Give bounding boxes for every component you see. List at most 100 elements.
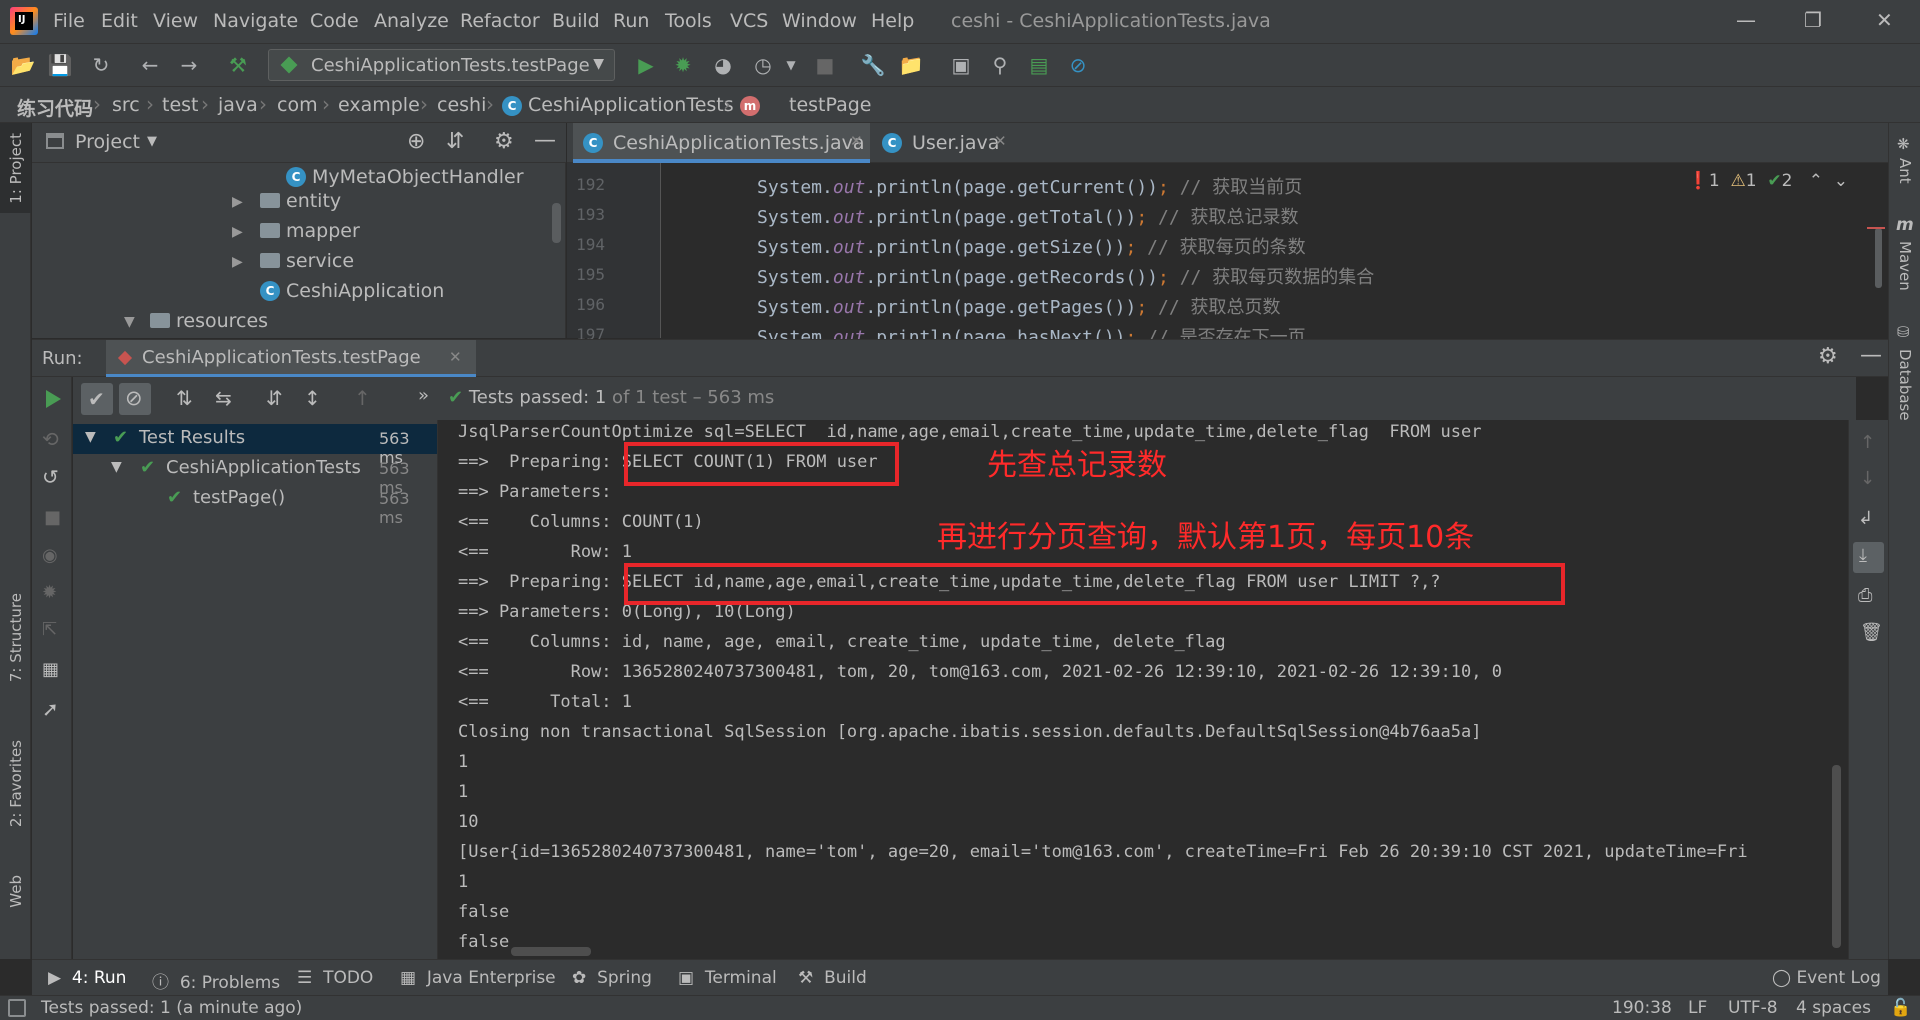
status-message[interactable]: Tests passed: 1 (a minute ago): [41, 998, 302, 1018]
menu-window[interactable]: Window: [782, 10, 857, 32]
code-line-194[interactable]: System.out.println(page.getSize()); // 获…: [757, 233, 1306, 259]
chevron-down-icon[interactable]: ▼: [147, 134, 157, 149]
toggle-auto-test-icon[interactable]: ↺: [42, 465, 59, 489]
breadcrumb-method[interactable]: testPage: [789, 94, 872, 116]
expand-all-icon[interactable]: ⇵: [266, 386, 283, 410]
menu-run[interactable]: Run: [613, 10, 649, 32]
settings-wrench-icon[interactable]: 🔧: [860, 52, 886, 78]
more-actions-icon[interactable]: »: [418, 385, 429, 406]
open-folder-icon[interactable]: 📂: [10, 52, 36, 78]
breadcrumb-com[interactable]: com: [277, 94, 318, 116]
show-ignored-toggle[interactable]: ⊘: [119, 383, 151, 415]
sort-alpha-icon[interactable]: ⇅: [176, 386, 193, 410]
forward-icon[interactable]: →: [176, 52, 202, 78]
run-tab[interactable]: CeshiApplicationTests.testPage ✕: [106, 340, 476, 377]
stop-icon[interactable]: ■: [44, 507, 61, 528]
import-icon[interactable]: ⇱: [42, 619, 57, 640]
coverage-icon[interactable]: ◕: [710, 52, 736, 78]
debug-bug-icon[interactable]: ✹: [42, 582, 57, 603]
rerun-failed-icon[interactable]: ⟲: [42, 427, 59, 451]
camera-icon[interactable]: ◉: [42, 545, 58, 566]
collapse-all-icon[interactable]: ⇵: [446, 129, 464, 154]
tree-item-mapper[interactable]: mapper: [260, 220, 360, 242]
close-window-icon[interactable]: ✕: [1876, 8, 1893, 32]
chevron-up-icon[interactable]: ⌃: [1809, 171, 1823, 191]
scroll-to-end-toggle[interactable]: ⤓: [1853, 542, 1884, 573]
tool-tab-web[interactable]: Web: [7, 875, 25, 908]
menu-view[interactable]: View: [153, 10, 198, 32]
file-encoding[interactable]: UTF-8: [1728, 998, 1778, 1018]
test-method-row[interactable]: ✔ testPage() 563 ms: [73, 484, 437, 527]
menu-refactor[interactable]: Refactor: [460, 10, 540, 32]
tool-tab-favorites[interactable]: 2: Favorites: [7, 740, 25, 827]
build-hammer-icon[interactable]: ⚒: [225, 52, 251, 78]
code-line-196[interactable]: System.out.println(page.getPages()); // …: [757, 293, 1281, 319]
tree-item-service[interactable]: service: [260, 250, 354, 272]
hide-panel-icon[interactable]: —: [534, 128, 556, 153]
previous-failed-icon[interactable]: ↑: [354, 386, 371, 410]
chevron-down-icon[interactable]: ▼: [124, 314, 135, 330]
caret-position[interactable]: 190:38: [1612, 998, 1672, 1018]
bottom-tab-event-log[interactable]: ◯ Event Log: [1772, 968, 1881, 988]
menu-code[interactable]: Code: [310, 10, 359, 32]
indent-setting[interactable]: 4 spaces: [1796, 998, 1871, 1018]
no-symbol-icon[interactable]: ⊘: [1065, 52, 1091, 78]
close-tab-icon[interactable]: ✕: [994, 132, 1007, 150]
rerun-icon[interactable]: [46, 390, 61, 408]
code-line-193[interactable]: System.out.println(page.getTotal()); // …: [757, 203, 1299, 229]
project-structure-icon[interactable]: 📁: [898, 52, 924, 78]
chevron-down-icon[interactable]: ⌄: [1834, 171, 1848, 191]
chevron-down-icon[interactable]: ▼: [778, 52, 804, 78]
chevron-right-icon[interactable]: ▶: [232, 254, 243, 270]
breadcrumb-ceshi[interactable]: ceshi: [437, 94, 486, 116]
tool-tab-maven[interactable]: Maven: [1896, 241, 1914, 291]
show-passed-toggle[interactable]: ✔: [81, 383, 113, 415]
lock-icon[interactable]: 🔓: [1890, 998, 1911, 1018]
gear-icon[interactable]: ⚙: [494, 129, 514, 154]
restore-icon[interactable]: ❐: [1804, 8, 1822, 32]
bottom-tab-problems[interactable]: ⓘ 6: Problems: [152, 968, 280, 993]
back-icon[interactable]: ←: [137, 52, 163, 78]
chevron-right-icon[interactable]: ▶: [232, 224, 243, 240]
sync-icon[interactable]: ↻: [88, 52, 114, 78]
menu-edit[interactable]: Edit: [101, 10, 138, 32]
bottom-tab-build[interactable]: ⚒ Build: [798, 968, 867, 988]
soft-wrap-icon[interactable]: ↲: [1858, 508, 1873, 529]
project-scrollbar[interactable]: [552, 203, 561, 243]
chevron-right-icon[interactable]: ▶: [232, 194, 243, 210]
tool-tab-project[interactable]: 1: Project: [7, 133, 25, 204]
print-icon[interactable]: ⎙: [1858, 585, 1872, 606]
run-configuration-select[interactable]: CeshiApplicationTests.testPage ▼: [268, 49, 615, 81]
run-icon[interactable]: ▶: [633, 52, 659, 78]
tree-item-resources[interactable]: resources: [150, 310, 268, 332]
breadcrumb-java[interactable]: java: [218, 94, 258, 116]
layout-icon[interactable]: ▦: [42, 659, 59, 680]
minimize-icon[interactable]: —: [1736, 8, 1756, 32]
tool-tab-ant[interactable]: Ant: [1896, 158, 1914, 184]
project-panel-title[interactable]: Project: [75, 131, 140, 153]
pin-icon[interactable]: ➚: [42, 697, 59, 721]
save-icon[interactable]: 💾: [47, 52, 73, 78]
tool-tab-structure[interactable]: 7: Structure: [7, 593, 25, 682]
tool-tab-database[interactable]: Database: [1896, 349, 1914, 421]
tree-item-entity[interactable]: entity: [260, 190, 341, 212]
console-vscrollbar[interactable]: [1832, 765, 1841, 948]
sort-duration-icon[interactable]: ⇆: [215, 386, 232, 410]
breadcrumb-project[interactable]: 练习代码: [17, 94, 93, 121]
profile-icon[interactable]: ◷: [750, 52, 776, 78]
tree-item-mymetaobjecthandler[interactable]: C MyMetaObjectHandler: [286, 166, 524, 189]
menu-navigate[interactable]: Navigate: [213, 10, 298, 32]
bottom-tab-terminal[interactable]: ▣ Terminal: [678, 968, 777, 988]
arrow-down-icon[interactable]: ↓: [1860, 468, 1875, 489]
debug-icon[interactable]: ✹: [670, 52, 696, 78]
tree-item-ceshiapplication[interactable]: C CeshiApplication: [260, 280, 444, 303]
close-tab-icon[interactable]: ✕: [850, 132, 863, 150]
menu-tools[interactable]: Tools: [665, 10, 712, 32]
breadcrumb-src[interactable]: src: [112, 94, 140, 116]
activity-monitor-icon[interactable]: ▤: [1026, 52, 1052, 78]
console-hscrollbar[interactable]: [511, 947, 591, 956]
menu-vcs[interactable]: VCS: [730, 10, 768, 32]
chevron-down-icon[interactable]: ▼: [111, 459, 122, 475]
bottom-tab-run[interactable]: ▶ 4: Run: [48, 968, 126, 988]
line-separator[interactable]: LF: [1688, 998, 1707, 1018]
